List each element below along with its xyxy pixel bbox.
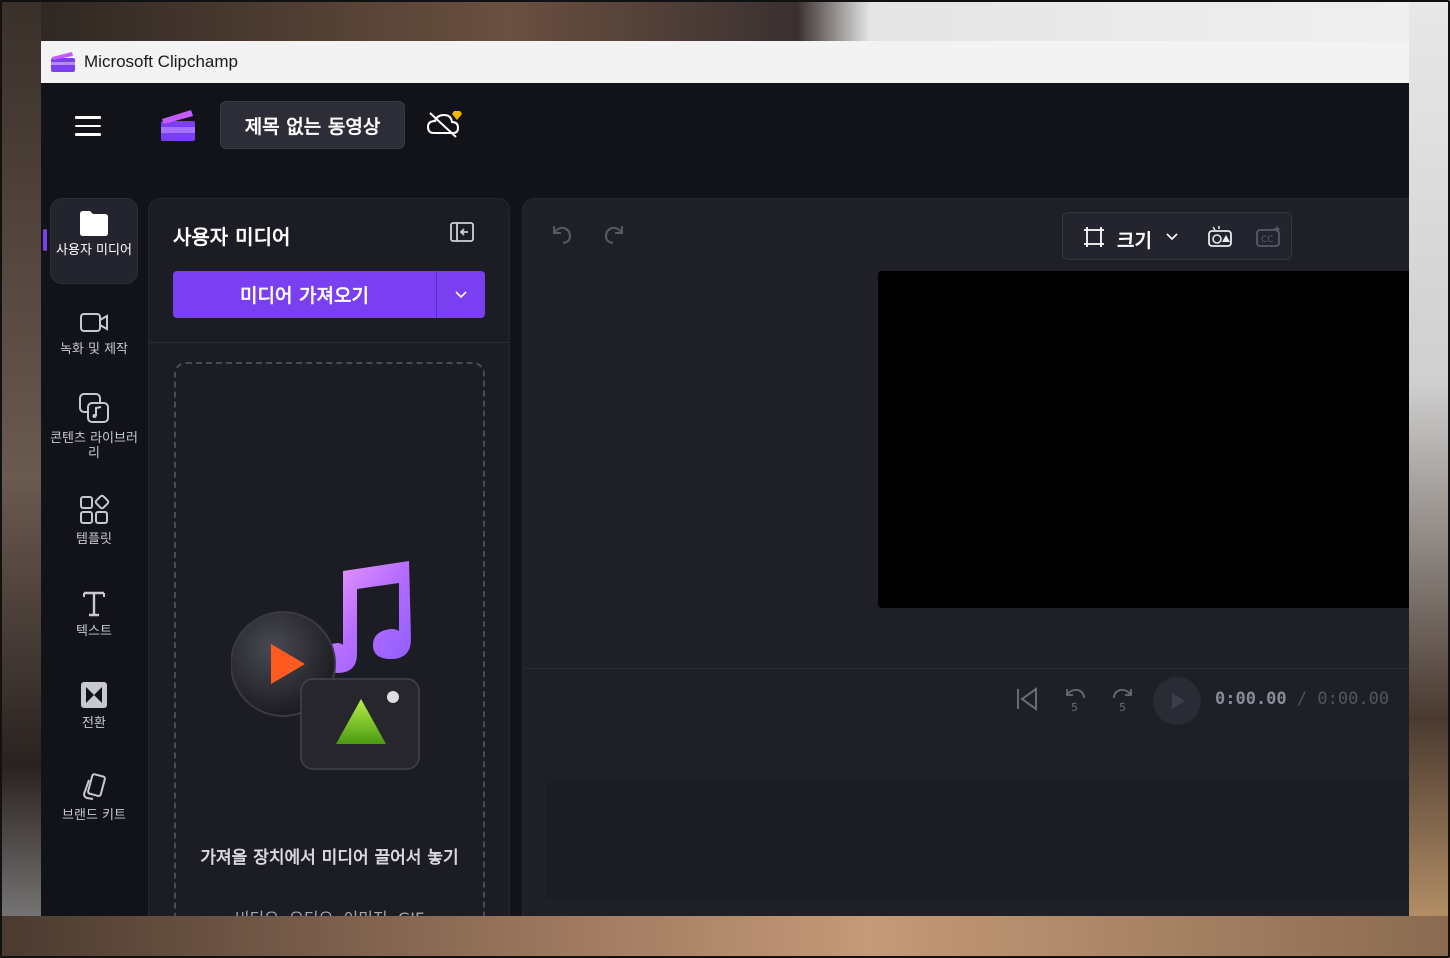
time-separator: / [1296,689,1308,709]
dropzone-subtitle: 비디오, 오디오, 이미지, GIF [196,905,463,916]
dropzone-title: 가져올 장치에서 미디어 끌어서 놓기 [200,848,459,868]
panel-divider [149,342,509,343]
forward-seconds: 5 [1119,701,1126,713]
collapse-panel-icon[interactable] [447,219,477,245]
hamburger-menu-icon[interactable] [75,116,101,136]
clipchamp-logo-icon [51,52,75,72]
aspect-ratio-icon[interactable] [1083,226,1105,248]
text-icon [83,591,105,617]
import-media-button[interactable]: 미디어 가져오기 [173,271,485,318]
nav-label-content-library: 콘텐츠 라이브러리 [50,431,138,461]
aspect-ratio-label[interactable]: 크기 [1117,226,1152,253]
brand-filter-icon[interactable] [1206,224,1234,248]
rewind-seconds: 5 [1071,701,1078,713]
clipchamp-window: Microsoft Clipchamp 제목 없는 동영상 사용자 미디어 녹화… [41,41,1409,916]
preview-toolbar: 크기 CC [1062,212,1292,260]
svg-text:CC: CC [1261,235,1274,245]
nav-label-brand-kit: 브랜드 키트 [62,808,126,823]
clipchamp-brand-icon[interactable] [159,107,197,143]
brand-kit-icon [82,773,106,800]
nav-label-record-create: 녹화 및 제작 [59,342,129,357]
current-time: 0:00.00 [1215,689,1287,709]
video-canvas[interactable] [878,271,1409,608]
media-panel: 사용자 미디어 미디어 가져오기 가져올 장치에서 미디어 끌어서 놓기 [148,198,510,916]
chevron-down-icon[interactable] [1165,231,1179,243]
templates-icon [80,494,110,524]
window-title: Microsoft Clipchamp [84,52,238,71]
nav-item-my-media[interactable]: 사용자 미디어 [50,198,138,284]
import-dropdown-button[interactable] [437,271,485,318]
preview-divider [523,668,1409,669]
duration: 0:00.00 [1317,689,1390,709]
timeline-area[interactable] [546,778,1409,898]
media-panel-title: 사용자 미디어 [173,225,291,249]
nav-item-templates[interactable]: 템플릿 [50,494,138,547]
time-display: 0:00.00 / 0:00.00 [1215,689,1389,709]
skip-to-start-icon[interactable] [1013,685,1041,713]
library-icon [79,393,109,423]
chevron-down-icon [455,290,467,298]
play-icon [1172,693,1185,709]
folder-icon [80,211,108,236]
window-titlebar: Microsoft Clipchamp [41,41,1409,83]
import-media-label[interactable]: 미디어 가져오기 [173,271,437,318]
redo-icon[interactable] [603,223,627,245]
nav-item-brand-kit[interactable]: 브랜드 키트 [50,772,138,823]
nav-item-text[interactable]: 텍스트 [50,588,138,639]
nav-label-transitions: 전환 [82,716,106,731]
nav-label-text: 텍스트 [76,624,112,639]
captions-icon[interactable]: CC [1255,224,1283,248]
video-camera-icon [80,313,108,332]
rewind-5-icon[interactable]: 5 [1061,685,1089,713]
active-nav-indicator [43,229,47,251]
forward-5-icon[interactable]: 5 [1109,685,1137,713]
nav-item-content-library[interactable]: 콘텐츠 라이브러리 [50,391,138,461]
nav-item-record-create[interactable]: 녹화 및 제작 [50,310,138,357]
cloud-off-premium-icon[interactable] [426,107,464,141]
play-button[interactable] [1153,677,1201,725]
media-dropzone[interactable]: 가져올 장치에서 미디어 끌어서 놓기 비디오, 오디오, 이미지, GIF [174,362,485,916]
project-title-button[interactable]: 제목 없는 동영상 [220,101,405,149]
transitions-icon [81,682,107,708]
app-body: 제목 없는 동영상 사용자 미디어 녹화 및 제작 콘텐츠 라이브러리 템플릿 … [41,83,1409,916]
media-types-illustration [231,561,420,770]
undo-icon[interactable] [549,223,573,245]
nav-label-templates: 템플릿 [76,532,112,547]
nav-item-transitions[interactable]: 전환 [50,680,138,731]
nav-label-my-media: 사용자 미디어 [56,243,132,258]
